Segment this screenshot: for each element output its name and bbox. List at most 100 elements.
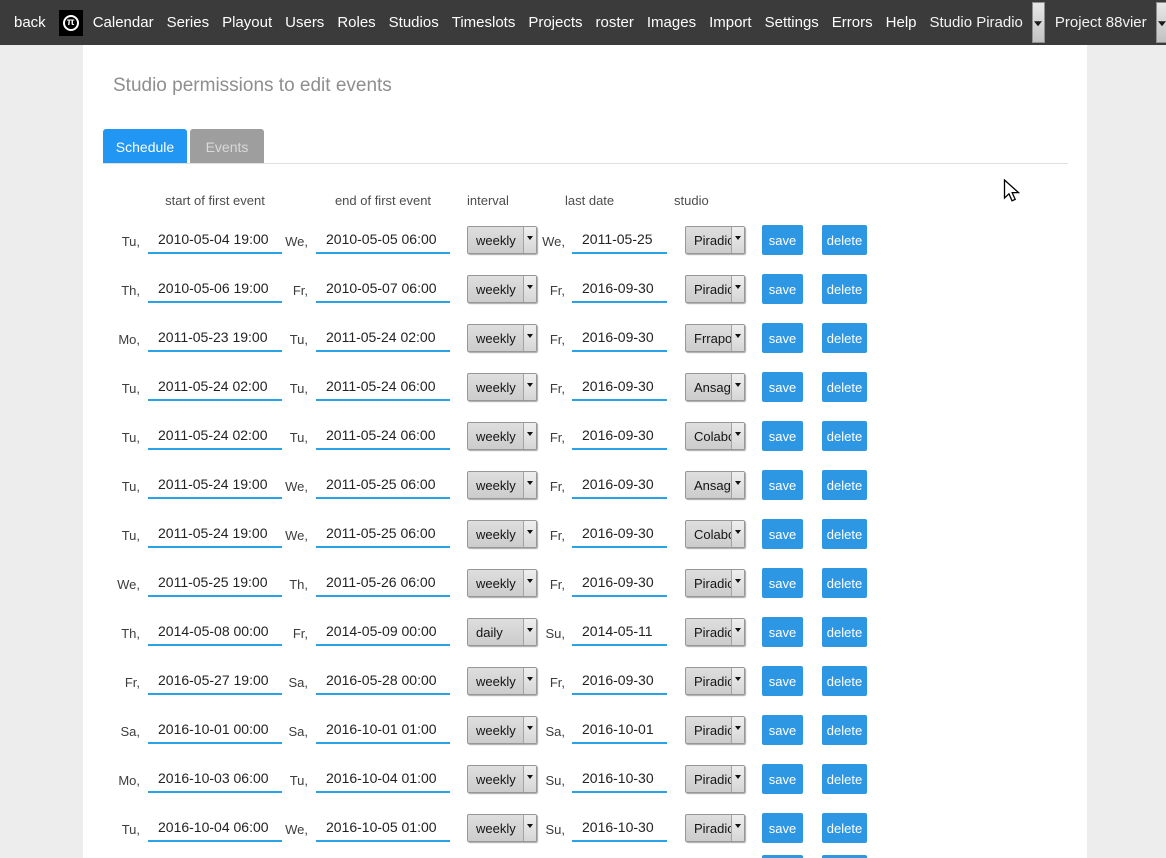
last-date-input[interactable] [572,813,667,842]
studio-row-select[interactable]: Piradio [685,569,745,597]
save-button[interactable]: save [762,470,803,500]
nav-item-playout[interactable]: Playout [222,14,272,31]
save-button[interactable]: save [762,372,803,402]
save-button[interactable]: save [762,715,803,745]
end-of-first-event-input[interactable] [316,372,450,401]
delete-button[interactable]: delete [822,666,867,696]
interval-select[interactable]: weekly [467,667,537,695]
interval-select[interactable]: weekly [467,373,537,401]
last-date-input[interactable] [572,715,667,744]
interval-select[interactable]: weekly [467,226,537,254]
studio-row-select[interactable]: Piradio [685,765,745,793]
start-of-first-event-input[interactable] [148,568,282,597]
studio-row-select[interactable]: Piradio [685,618,745,646]
studio-select[interactable]: Studio Piradio [930,0,1045,45]
interval-select[interactable]: daily [467,618,537,646]
studio-row-select[interactable]: Piradio [685,667,745,695]
start-of-first-event-input[interactable] [148,274,282,303]
last-date-input[interactable] [572,617,667,646]
interval-select[interactable]: weekly [467,422,537,450]
end-of-first-event-input[interactable] [316,225,450,254]
start-of-first-event-input[interactable] [148,764,282,793]
last-date-input[interactable] [572,666,667,695]
end-of-first-event-input[interactable] [316,568,450,597]
start-of-first-event-input[interactable] [148,715,282,744]
nav-item-images[interactable]: Images [647,14,696,31]
nav-item-calendar[interactable]: Calendar [93,14,154,31]
save-button[interactable]: save [762,764,803,794]
delete-button[interactable]: delete [822,715,867,745]
end-of-first-event-input[interactable] [316,323,450,352]
nav-item-help[interactable]: Help [886,14,917,31]
start-of-first-event-input[interactable] [148,323,282,352]
last-date-input[interactable] [572,323,667,352]
nav-item-series[interactable]: Series [167,14,210,31]
end-of-first-event-input[interactable] [316,519,450,548]
nav-item-import[interactable]: Import [709,14,752,31]
interval-select[interactable]: weekly [467,569,537,597]
last-date-input[interactable] [572,274,667,303]
save-button[interactable]: save [762,274,803,304]
start-of-first-event-input[interactable] [148,813,282,842]
nav-back-link[interactable]: back [14,14,46,31]
end-of-first-event-input[interactable] [316,470,450,499]
nav-item-projects[interactable]: Projects [528,14,582,31]
end-of-first-event-input[interactable] [316,813,450,842]
delete-button[interactable]: delete [822,323,867,353]
interval-select[interactable]: weekly [467,520,537,548]
delete-button[interactable]: delete [822,617,867,647]
end-of-first-event-input[interactable] [316,764,450,793]
interval-select[interactable]: weekly [467,765,537,793]
nav-item-roster[interactable]: roster [596,14,634,31]
last-date-input[interactable] [572,470,667,499]
project-select[interactable]: Project 88vier [1055,0,1166,45]
studio-row-select[interactable]: Piradio [685,226,745,254]
nav-item-timeslots[interactable]: Timeslots [452,14,516,31]
start-of-first-event-input[interactable] [148,519,282,548]
save-button[interactable]: save [762,617,803,647]
delete-button[interactable]: delete [822,470,867,500]
last-date-input[interactable] [572,568,667,597]
end-of-first-event-input[interactable] [316,715,450,744]
last-date-input[interactable] [572,372,667,401]
save-button[interactable]: save [762,666,803,696]
interval-select[interactable]: weekly [467,324,537,352]
tab-schedule[interactable]: Schedule [103,129,187,164]
save-button[interactable]: save [762,568,803,598]
delete-button[interactable]: delete [822,519,867,549]
studio-row-select[interactable]: Ansage [685,373,745,401]
studio-row-select[interactable]: Ansage [685,471,745,499]
delete-button[interactable]: delete [822,764,867,794]
nav-item-users[interactable]: Users [285,14,324,31]
studio-row-select[interactable]: Colabo [685,520,745,548]
start-of-first-event-input[interactable] [148,470,282,499]
delete-button[interactable]: delete [822,274,867,304]
end-of-first-event-input[interactable] [316,421,450,450]
studio-row-select[interactable]: Piradio [685,275,745,303]
delete-button[interactable]: delete [822,568,867,598]
interval-select[interactable]: weekly [467,814,537,842]
nav-item-errors[interactable]: Errors [832,14,873,31]
end-of-first-event-input[interactable] [316,666,450,695]
save-button[interactable]: save [762,421,803,451]
nav-item-roles[interactable]: Roles [337,14,375,31]
start-of-first-event-input[interactable] [148,617,282,646]
nav-item-settings[interactable]: Settings [765,14,819,31]
start-of-first-event-input[interactable] [148,225,282,254]
studio-row-select[interactable]: Frrapo [685,324,745,352]
save-button[interactable]: save [762,323,803,353]
end-of-first-event-input[interactable] [316,617,450,646]
studio-row-select[interactable]: Piradio [685,814,745,842]
delete-button[interactable]: delete [822,372,867,402]
save-button[interactable]: save [762,519,803,549]
nav-item-studios[interactable]: Studios [389,14,439,31]
start-of-first-event-input[interactable] [148,372,282,401]
last-date-input[interactable] [572,519,667,548]
delete-button[interactable]: delete [822,421,867,451]
start-of-first-event-input[interactable] [148,421,282,450]
piradio-logo-icon[interactable]: π [59,10,83,36]
start-of-first-event-input[interactable] [148,666,282,695]
tab-events[interactable]: Events [190,129,264,164]
studio-row-select[interactable]: Colabo [685,422,745,450]
interval-select[interactable]: weekly [467,716,537,744]
